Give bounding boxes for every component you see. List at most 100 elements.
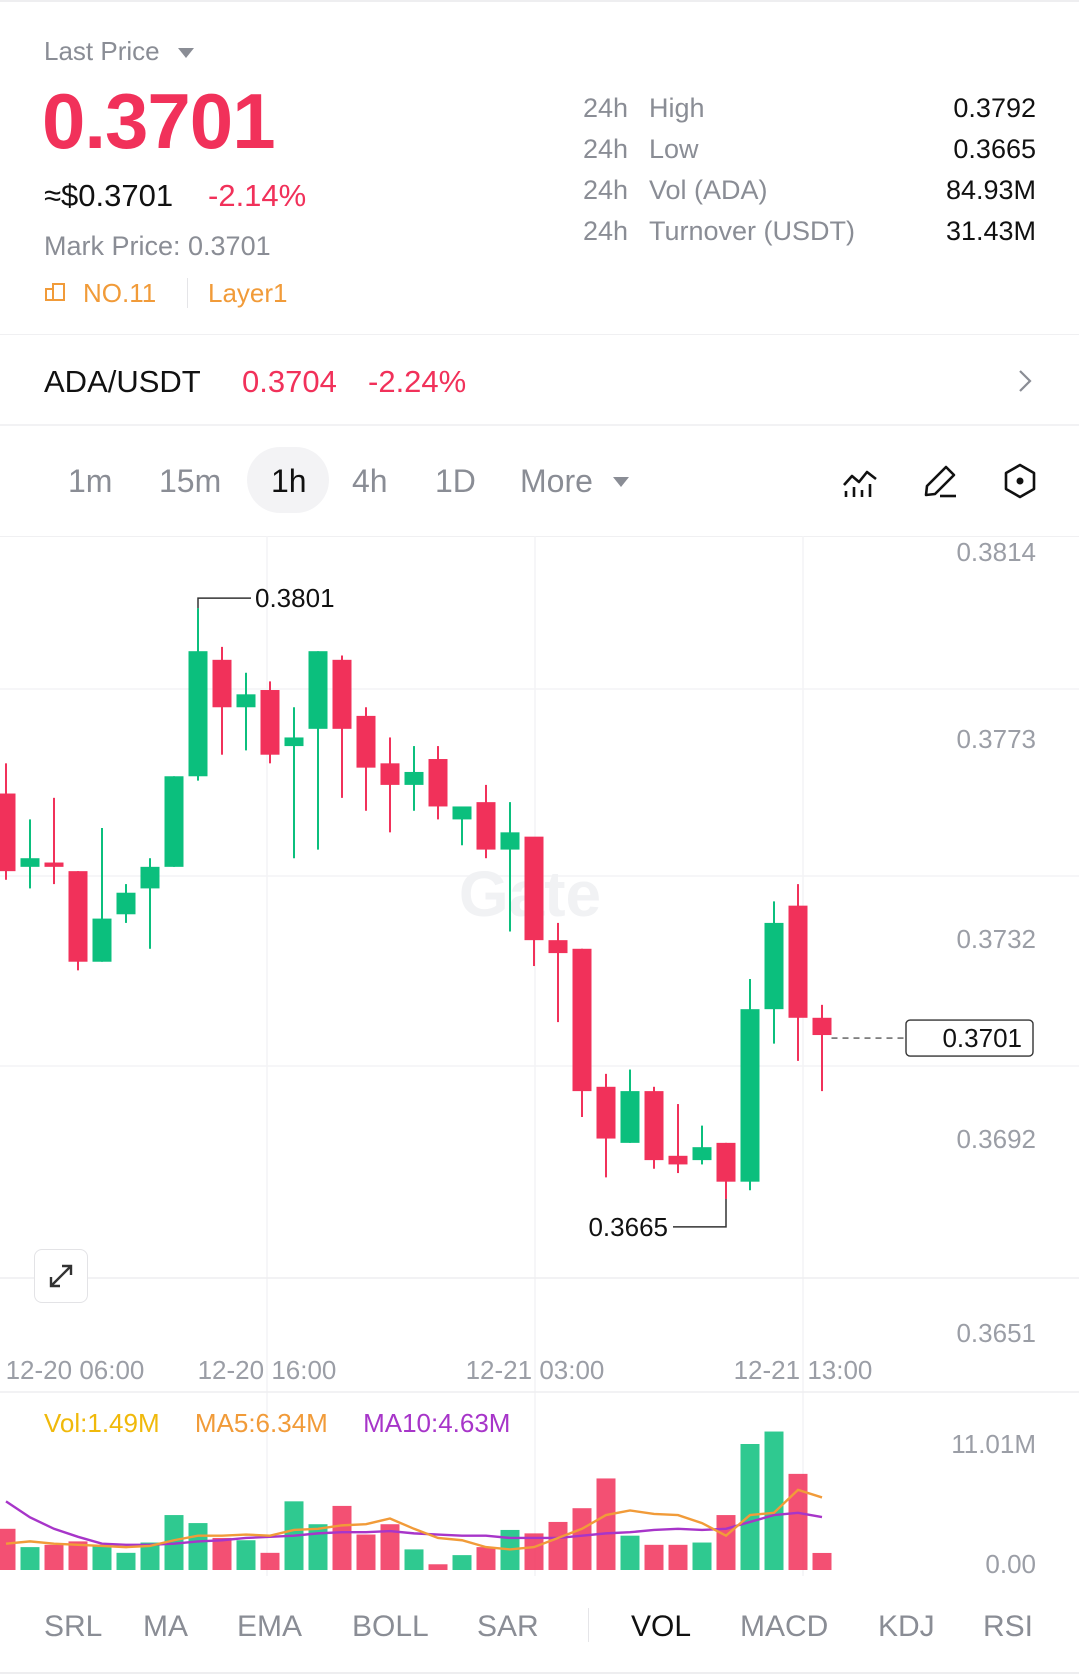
volume-bar: [0, 1528, 16, 1570]
volume-bar: [308, 1524, 328, 1570]
candle-body: [380, 763, 400, 785]
volume-bar: [596, 1478, 616, 1570]
stat-label: Vol (ADA): [649, 175, 768, 205]
volume-bar: [476, 1547, 496, 1570]
volume-max-label: 11.01M: [951, 1429, 1036, 1459]
volume-bar: [44, 1544, 64, 1570]
stat-value: 31.43M: [945, 216, 1036, 246]
volume-bar: [692, 1542, 712, 1570]
tab-kdj[interactable]: KDJ: [878, 1610, 935, 1644]
tab-ema[interactable]: EMA: [237, 1610, 302, 1644]
candle-body: [308, 651, 328, 729]
chevron-right-icon[interactable]: [1012, 368, 1038, 394]
volume-bar: [764, 1431, 784, 1570]
mark-price: Mark Price: 0.3701: [44, 231, 271, 261]
candle-body: [788, 905, 808, 1018]
caret-down-icon[interactable]: [178, 48, 194, 58]
candle-body: [188, 651, 208, 777]
tab-vol[interactable]: VOL: [631, 1610, 691, 1644]
candle-body: [140, 866, 160, 889]
tab-4h[interactable]: 4h: [352, 463, 388, 500]
tab-15m[interactable]: 15m: [159, 463, 221, 500]
volume-bar: [236, 1540, 256, 1570]
volume-zero-label: 0.00: [985, 1549, 1036, 1579]
last-price-label[interactable]: Last Price: [44, 36, 160, 67]
tab-more[interactable]: More: [520, 463, 593, 500]
candle-body: [740, 1009, 760, 1182]
x-axis-tick-label: 12-21 13:00: [734, 1355, 873, 1385]
candle-body: [428, 759, 448, 807]
stat-label: Low: [649, 134, 699, 164]
max-price-label: 0.3801: [255, 583, 335, 613]
market-rank[interactable]: NO.11: [83, 278, 156, 309]
volume-bar: [428, 1564, 448, 1570]
bottom-border: [0, 1672, 1079, 1674]
pair-name[interactable]: ADA/USDT: [44, 364, 201, 400]
candle-body: [644, 1091, 664, 1161]
volume-bar: [92, 1544, 112, 1570]
candle-body: [68, 871, 88, 962]
volume-bar: [548, 1521, 568, 1570]
volume-bar: [716, 1515, 736, 1570]
draw-pencil-icon[interactable]: [922, 463, 958, 499]
volume-bar: [620, 1535, 640, 1570]
tab-ma[interactable]: MA: [143, 1610, 188, 1644]
volume-bar: [740, 1444, 760, 1570]
candle-body: [404, 771, 424, 785]
tab-rsi[interactable]: RSI: [983, 1610, 1033, 1644]
volume-bar: [644, 1544, 664, 1570]
stat-value: 0.3792: [953, 93, 1036, 123]
candle-body: [620, 1091, 640, 1143]
volume-bar: [404, 1549, 424, 1570]
candle-body: [44, 862, 64, 867]
pair-price[interactable]: 0.3704: [242, 364, 337, 400]
rank-bar-icon: [45, 283, 65, 301]
y-axis-tick-label: 0.3651: [956, 1318, 1036, 1348]
divider: [588, 1608, 589, 1642]
tab-1d[interactable]: 1D: [435, 463, 476, 500]
divider: [187, 278, 188, 308]
settings-hexagon-icon[interactable]: [1001, 462, 1039, 500]
candle-body: [332, 659, 352, 729]
volume-bar: [20, 1547, 40, 1570]
stat-value: 0.3665: [953, 134, 1036, 164]
volume-legend: Vol:1.49M MA5:6.34M MA10:4.63M: [44, 1408, 538, 1439]
volume-bar: [452, 1555, 472, 1570]
volume-bar: [668, 1544, 688, 1570]
tab-sar[interactable]: SAR: [477, 1610, 539, 1644]
tab-1m[interactable]: 1m: [68, 463, 112, 500]
candle-body: [116, 892, 136, 915]
tab-boll[interactable]: BOLL: [352, 1610, 429, 1644]
stat-period: 24h: [583, 134, 629, 164]
volume-bar: [812, 1552, 832, 1570]
y-axis-tick-label: 0.3773: [956, 724, 1036, 754]
stat-value: 84.93M: [945, 175, 1036, 205]
tab-srl[interactable]: SRL: [44, 1610, 102, 1644]
volume-bar: [260, 1552, 280, 1570]
price-change-percent: -2.14%: [208, 178, 307, 213]
y-axis-tick-label: 0.3814: [956, 537, 1036, 567]
candlestick-chart[interactable]: Gate 0.38010.36650.3701 0.38140.37730.37…: [0, 536, 1079, 1666]
category-tag[interactable]: Layer1: [208, 278, 288, 309]
min-price-leader: [673, 1198, 727, 1228]
candle-body: [812, 1017, 832, 1036]
x-axis-tick-label: 12-20 16:00: [198, 1355, 337, 1385]
volume-bar: [212, 1537, 232, 1570]
legend-vol: Vol:1.49M: [44, 1408, 160, 1438]
indicator-chart-icon[interactable]: [842, 463, 878, 499]
x-axis-tick-label: 12-21 03:00: [466, 1355, 605, 1385]
tab-macd[interactable]: MACD: [740, 1610, 828, 1644]
expand-icon: [49, 1264, 73, 1288]
x-axis-tick-label: 12-20 06:00: [6, 1355, 145, 1385]
caret-down-icon[interactable]: [613, 477, 629, 487]
tab-1h[interactable]: 1h: [271, 463, 307, 500]
y-axis-tick-label: 0.3732: [956, 924, 1036, 954]
y-axis-tick-label: 0.3692: [956, 1124, 1036, 1154]
candle-body: [764, 922, 784, 1010]
volume-bar: [188, 1523, 208, 1570]
stat-label: Turnover (USDT): [649, 216, 856, 246]
expand-chart-button[interactable]: [34, 1249, 88, 1303]
pair-change[interactable]: -2.24%: [368, 364, 466, 400]
divider: [0, 424, 1079, 426]
candle-body: [284, 737, 304, 747]
